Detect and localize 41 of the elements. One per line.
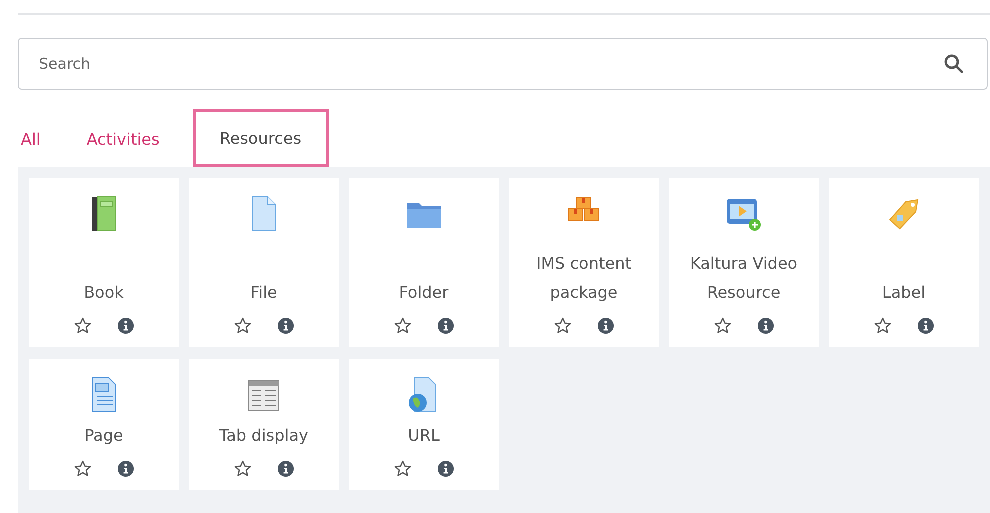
resource-name: Folder: [398, 282, 450, 304]
resource-card[interactable]: URL: [349, 359, 499, 490]
resource-card[interactable]: Page: [29, 359, 179, 490]
info-icon[interactable]: [918, 318, 934, 334]
tab[interactable]: All: [0, 109, 64, 167]
resource-name: URL: [407, 425, 441, 447]
info-icon[interactable]: [758, 318, 774, 334]
star-icon[interactable]: [874, 317, 892, 335]
star-icon[interactable]: [714, 317, 732, 335]
resource-name: Book: [83, 282, 125, 304]
star-icon[interactable]: [394, 317, 412, 335]
info-icon[interactable]: [598, 318, 614, 334]
search-icon: [944, 54, 964, 74]
resource-card[interactable]: File: [189, 178, 339, 347]
resource-card[interactable]: Folder: [349, 178, 499, 347]
resource-name: Tab display: [218, 425, 310, 447]
info-icon[interactable]: [278, 318, 294, 334]
info-icon[interactable]: [438, 318, 454, 334]
info-icon[interactable]: [118, 318, 134, 334]
resource-name: Page: [84, 425, 124, 447]
star-icon[interactable]: [74, 317, 92, 335]
star-icon[interactable]: [234, 460, 252, 478]
tab[interactable]: Activities: [64, 109, 188, 167]
search-field[interactable]: Search: [18, 38, 988, 90]
resource-name: File: [250, 282, 278, 304]
star-icon[interactable]: [74, 460, 92, 478]
info-icon[interactable]: [278, 461, 294, 477]
resource-name: Label: [881, 282, 927, 304]
star-icon[interactable]: [394, 460, 412, 478]
info-icon[interactable]: [438, 461, 454, 477]
resource-card[interactable]: Kaltura Video Resource: [669, 178, 819, 347]
resource-name: IMS content package: [535, 253, 633, 304]
resource-card[interactable]: IMS content package: [509, 178, 659, 347]
star-icon[interactable]: [554, 317, 572, 335]
resource-card[interactable]: Label: [829, 178, 979, 347]
resource-name: Kaltura Video Resource: [689, 253, 799, 304]
resource-card[interactable]: Book: [29, 178, 179, 347]
tab[interactable]: Resources: [192, 109, 329, 167]
resource-card[interactable]: Tab display: [189, 359, 339, 490]
info-icon[interactable]: [118, 461, 134, 477]
star-icon[interactable]: [234, 317, 252, 335]
